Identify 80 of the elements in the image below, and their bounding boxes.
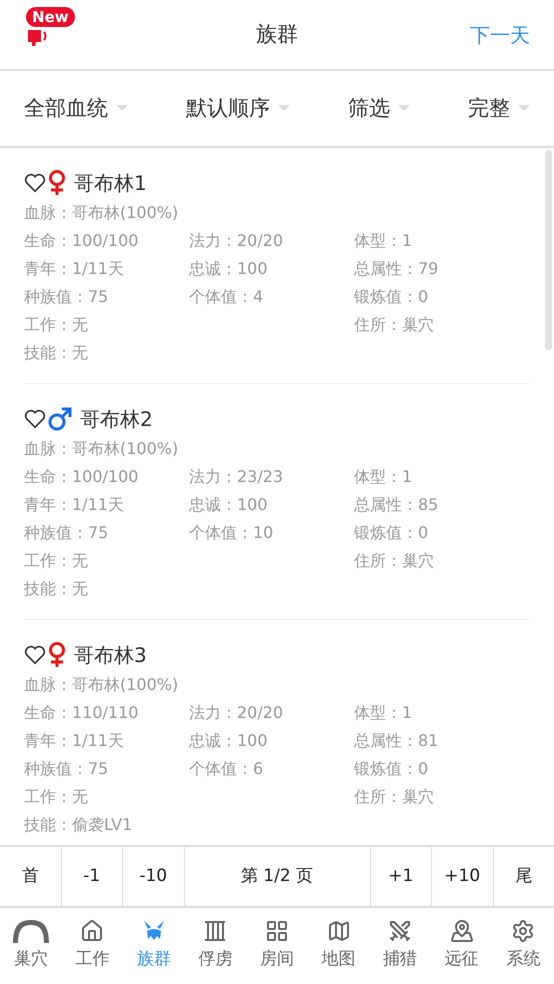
- stat-text: 技能：无: [24, 342, 89, 364]
- arch-icon: [12, 919, 50, 944]
- nav-tab[interactable]: 俘虏: [184, 919, 246, 973]
- heart-icon[interactable]: [24, 173, 46, 193]
- floor-plan-icon: [265, 919, 290, 944]
- stat-text: 法力：20/20: [189, 702, 284, 724]
- stat-text: 种族值：75: [24, 522, 110, 544]
- page-button[interactable]: 尾: [494, 847, 554, 906]
- caret-icon: [116, 105, 128, 112]
- heart-icon[interactable]: [24, 409, 46, 429]
- stat-text: 忠诚：100: [189, 494, 269, 516]
- settings-icon: [511, 919, 536, 944]
- map-pin-icon: [450, 919, 474, 944]
- stat-text: 总属性：85: [354, 494, 440, 516]
- swords-icon: [388, 919, 412, 944]
- filter-dropdown[interactable]: 默认顺序: [186, 92, 290, 124]
- stat-text: 工作：无: [24, 314, 89, 336]
- stat-text: 青年：1/11天: [24, 258, 125, 280]
- stat-text: 锻炼值：0: [354, 758, 430, 780]
- scrollbar[interactable]: [545, 150, 552, 350]
- house-icon: [80, 919, 104, 944]
- page-title: 族群: [255, 20, 299, 48]
- stat-text: 种族值：75: [24, 286, 110, 308]
- caret-icon: [278, 105, 290, 112]
- filter-dropdown[interactable]: 完整: [468, 92, 530, 124]
- stat-text: 住所：巢穴: [354, 314, 435, 336]
- stat-text: 体型：1: [354, 702, 414, 724]
- heart-icon[interactable]: [24, 645, 46, 665]
- stat-text: 工作：无: [24, 786, 89, 808]
- member-name: 哥布林3: [74, 642, 147, 669]
- page-button[interactable]: -1: [62, 847, 123, 906]
- stat-text: 生命：100/100: [24, 230, 140, 252]
- stat-text: 生命：100/100: [24, 466, 140, 488]
- stat-text: 青年：1/11天: [24, 494, 125, 516]
- nav-tab[interactable]: 地图: [308, 919, 370, 973]
- page-button[interactable]: 首: [0, 847, 62, 906]
- stat-text: 法力：23/23: [189, 466, 284, 488]
- nav-tab[interactable]: 房间: [246, 919, 308, 973]
- stat-text: 青年：1/11天: [24, 730, 125, 752]
- filter-dropdown[interactable]: 筛选: [348, 92, 410, 124]
- bloodline-text: 血脉：哥布林(100%): [24, 202, 180, 224]
- member-name: 哥布林1: [74, 170, 147, 197]
- megaphone-icon[interactable]: [27, 28, 49, 46]
- nav-tab[interactable]: 捕猎: [369, 919, 431, 973]
- stat-text: 个体值：10: [189, 522, 274, 544]
- page-button[interactable]: +10: [432, 847, 494, 906]
- nav-tab[interactable]: 系统: [492, 919, 554, 973]
- stat-text: 忠诚：100: [189, 258, 269, 280]
- stat-text: 总属性：81: [354, 730, 440, 752]
- bloodline-text: 血脉：哥布林(100%): [24, 438, 180, 460]
- stat-text: 锻炼值：0: [354, 522, 430, 544]
- stat-text: 法力：20/20: [189, 230, 284, 252]
- caret-icon: [398, 105, 410, 112]
- stat-text: 总属性：79: [354, 258, 440, 280]
- page-button[interactable]: +1: [370, 847, 432, 906]
- stat-text: 住所：巢穴: [354, 786, 435, 808]
- nav-tab[interactable]: 工作: [62, 919, 124, 973]
- new-badge: New: [26, 7, 75, 27]
- nav-tab[interactable]: 远征: [430, 919, 492, 973]
- nav-tab[interactable]: 巢穴: [0, 919, 62, 973]
- stat-text: 个体值：6: [189, 758, 264, 780]
- page-indicator: 第 1/2 页: [184, 847, 370, 906]
- stat-text: 忠诚：100: [189, 730, 269, 752]
- page-button[interactable]: -10: [123, 847, 184, 906]
- stat-text: 个体值：4: [189, 286, 264, 308]
- stat-text: 种族值：75: [24, 758, 110, 780]
- stat-text: 工作：无: [24, 550, 89, 572]
- stat-text: 生命：110/110: [24, 702, 140, 724]
- stat-text: 技能：无: [24, 578, 89, 600]
- member-name: 哥布林2: [80, 406, 153, 433]
- stat-text: 体型：1: [354, 466, 414, 488]
- stat-text: 锻炼值：0: [354, 286, 430, 308]
- cell-bars-icon: [203, 919, 228, 944]
- stat-text: 体型：1: [354, 230, 414, 252]
- stat-text: 住所：巢穴: [354, 550, 435, 572]
- filter-dropdown[interactable]: 全部血统: [24, 92, 128, 124]
- stat-text: 技能：偷袭LV1: [24, 814, 134, 836]
- bloodline-text: 血脉：哥布林(100%): [24, 674, 180, 696]
- map-icon: [326, 919, 351, 944]
- caret-icon: [518, 105, 530, 112]
